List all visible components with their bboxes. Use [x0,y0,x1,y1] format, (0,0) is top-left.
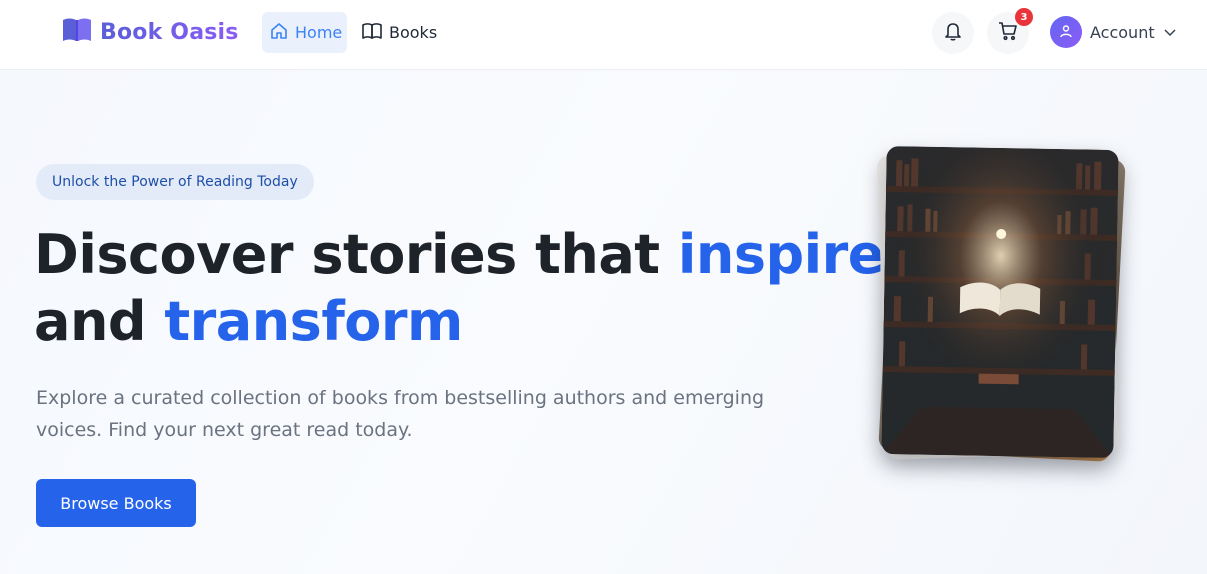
hero-badge: Unlock the Power of Reading Today [36,164,314,200]
nav-item-home[interactable]: Home [262,12,347,53]
cart-icon [998,21,1018,45]
account-menu[interactable]: Account [1050,16,1177,48]
account-label: Account [1090,22,1155,42]
nav-item-home-label: Home [295,23,343,42]
headline-text-1: Discover stories that [34,223,678,286]
chevron-down-icon [1163,23,1177,42]
hero-book-stack [870,145,1130,476]
nav-item-books-label: Books [389,23,438,42]
nav-item-books[interactable]: Books [354,12,442,53]
hero-headline: Discover stories that inspire and transf… [34,221,884,355]
book-icon [362,22,382,44]
cart-count-badge: 3 [1015,8,1033,26]
hero-description: Explore a curated collection of books fr… [36,387,765,441]
bell-icon [944,21,962,45]
brand-logo-link[interactable]: Book Oasis [62,17,239,47]
headline-highlight-transform: transform [164,290,463,353]
user-icon [1059,23,1073,42]
headline-highlight-inspire: inspire [677,223,885,286]
top-navbar: Book Oasis Home Books 3 Account [0,0,1207,70]
library-image [881,145,1119,459]
headline-text-2: and [34,290,165,353]
brand-name: Book Oasis [100,19,239,45]
hero-section: Unlock the Power of Reading Today Discov… [0,71,1207,574]
notifications-button[interactable] [932,12,974,54]
open-book-icon [62,17,92,47]
avatar [1050,16,1082,48]
browse-books-button[interactable]: Browse Books [36,479,196,527]
home-icon [270,22,288,44]
